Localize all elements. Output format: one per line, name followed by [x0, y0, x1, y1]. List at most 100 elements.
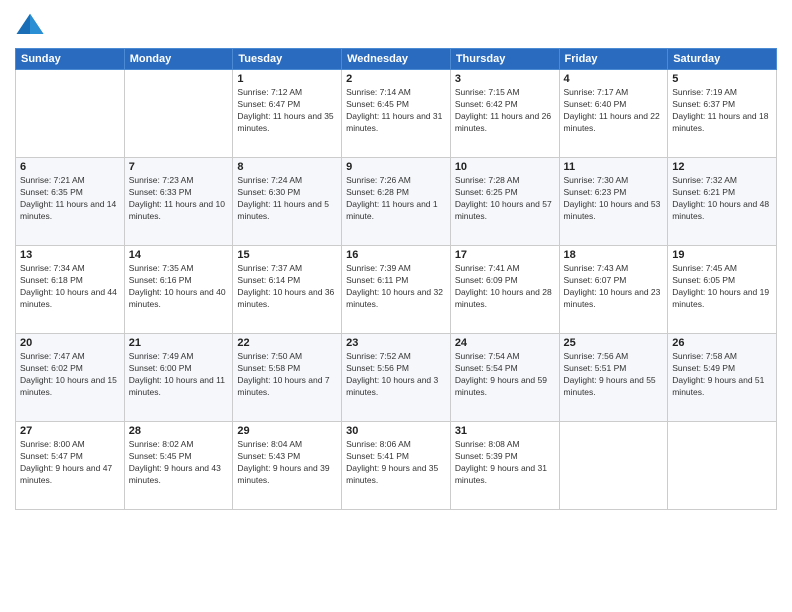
header-row: SundayMondayTuesdayWednesdayThursdayFrid… [16, 49, 777, 70]
day-info: Sunrise: 7:37 AM Sunset: 6:14 PM Dayligh… [237, 263, 337, 311]
day-cell: 18 Sunrise: 7:43 AM Sunset: 6:07 PM Dayli… [559, 246, 668, 334]
day-cell: 8 Sunrise: 7:24 AM Sunset: 6:30 PM Daylig… [233, 158, 342, 246]
day-cell: 2 Sunrise: 7:14 AM Sunset: 6:45 PM Daylig… [342, 70, 451, 158]
day-cell: 23Sunrise: 7:52 AM Sunset: 5:56 PM Dayli… [342, 334, 451, 422]
day-info: Sunrise: 7:17 AM Sunset: 6:40 PM Dayligh… [564, 87, 664, 135]
day-header-friday: Friday [559, 49, 668, 70]
day-cell [16, 70, 125, 158]
day-header-thursday: Thursday [450, 49, 559, 70]
day-info: Sunrise: 7:47 AM Sunset: 6:02 PM Dayligh… [20, 351, 120, 399]
day-info: Sunrise: 7:26 AM Sunset: 6:28 PM Dayligh… [346, 175, 446, 223]
day-cell: 28 Sunrise: 8:02 AM Sunset: 5:45 PM Dayli… [124, 422, 233, 510]
week-row-3: 13 Sunrise: 7:34 AM Sunset: 6:18 PM Dayli… [16, 246, 777, 334]
day-cell [124, 70, 233, 158]
day-info: Sunrise: 7:56 AM Sunset: 5:51 PM Dayligh… [564, 351, 664, 399]
day-info: Sunrise: 7:54 AM Sunset: 5:54 PM Dayligh… [455, 351, 555, 399]
day-number: 20 [20, 337, 120, 349]
day-number: 8 [237, 161, 337, 173]
week-row-5: 27 Sunrise: 8:00 AM Sunset: 5:47 PM Dayli… [16, 422, 777, 510]
day-info: Sunrise: 7:34 AM Sunset: 6:18 PM Dayligh… [20, 263, 120, 311]
day-info: Sunrise: 7:15 AM Sunset: 6:42 PM Dayligh… [455, 87, 555, 135]
logo-icon [15, 10, 45, 40]
day-number: 15 [237, 249, 337, 261]
day-info: Sunrise: 7:45 AM Sunset: 6:05 PM Dayligh… [672, 263, 772, 311]
day-number: 30 [346, 425, 446, 437]
day-number: 31 [455, 425, 555, 437]
day-info: Sunrise: 8:04 AM Sunset: 5:43 PM Dayligh… [237, 439, 337, 487]
day-number: 24 [455, 337, 555, 349]
day-number: 9 [346, 161, 446, 173]
day-cell: 4 Sunrise: 7:17 AM Sunset: 6:40 PM Daylig… [559, 70, 668, 158]
day-info: Sunrise: 7:49 AM Sunset: 6:00 PM Dayligh… [129, 351, 229, 399]
day-header-tuesday: Tuesday [233, 49, 342, 70]
day-info: Sunrise: 7:23 AM Sunset: 6:33 PM Dayligh… [129, 175, 229, 223]
day-cell: 3Sunrise: 7:15 AM Sunset: 6:42 PM Daylig… [450, 70, 559, 158]
day-number: 22 [237, 337, 337, 349]
day-number: 17 [455, 249, 555, 261]
day-info: Sunrise: 7:50 AM Sunset: 5:58 PM Dayligh… [237, 351, 337, 399]
calendar-table: SundayMondayTuesdayWednesdayThursdayFrid… [15, 48, 777, 510]
day-cell: 24 Sunrise: 7:54 AM Sunset: 5:54 PM Dayli… [450, 334, 559, 422]
day-info: Sunrise: 7:14 AM Sunset: 6:45 PM Dayligh… [346, 87, 446, 135]
day-cell: 19 Sunrise: 7:45 AM Sunset: 6:05 PM Dayli… [668, 246, 777, 334]
day-number: 27 [20, 425, 120, 437]
day-header-monday: Monday [124, 49, 233, 70]
day-number: 21 [129, 337, 229, 349]
day-number: 5 [672, 73, 772, 85]
day-cell: 6Sunrise: 7:21 AM Sunset: 6:35 PM Daylig… [16, 158, 125, 246]
day-number: 25 [564, 337, 664, 349]
day-number: 2 [346, 73, 446, 85]
day-header-saturday: Saturday [668, 49, 777, 70]
day-number: 16 [346, 249, 446, 261]
day-number: 19 [672, 249, 772, 261]
week-row-2: 6Sunrise: 7:21 AM Sunset: 6:35 PM Daylig… [16, 158, 777, 246]
day-info: Sunrise: 7:41 AM Sunset: 6:09 PM Dayligh… [455, 263, 555, 311]
day-cell: 12Sunrise: 7:32 AM Sunset: 6:21 PM Dayli… [668, 158, 777, 246]
header [15, 10, 777, 40]
day-number: 28 [129, 425, 229, 437]
day-info: Sunrise: 7:43 AM Sunset: 6:07 PM Dayligh… [564, 263, 664, 311]
day-cell: 21 Sunrise: 7:49 AM Sunset: 6:00 PM Dayli… [124, 334, 233, 422]
page: SundayMondayTuesdayWednesdayThursdayFrid… [0, 0, 792, 612]
day-number: 12 [672, 161, 772, 173]
day-info: Sunrise: 8:08 AM Sunset: 5:39 PM Dayligh… [455, 439, 555, 487]
day-number: 14 [129, 249, 229, 261]
day-cell [668, 422, 777, 510]
day-cell: 14 Sunrise: 7:35 AM Sunset: 6:16 PM Dayli… [124, 246, 233, 334]
day-info: Sunrise: 7:28 AM Sunset: 6:25 PM Dayligh… [455, 175, 555, 223]
day-number: 10 [455, 161, 555, 173]
day-number: 7 [129, 161, 229, 173]
day-info: Sunrise: 7:58 AM Sunset: 5:49 PM Dayligh… [672, 351, 772, 399]
day-number: 13 [20, 249, 120, 261]
day-cell: 20 Sunrise: 7:47 AM Sunset: 6:02 PM Dayli… [16, 334, 125, 422]
day-info: Sunrise: 7:35 AM Sunset: 6:16 PM Dayligh… [129, 263, 229, 311]
day-cell: 22 Sunrise: 7:50 AM Sunset: 5:58 PM Dayli… [233, 334, 342, 422]
day-cell: 13 Sunrise: 7:34 AM Sunset: 6:18 PM Dayli… [16, 246, 125, 334]
day-cell: 16Sunrise: 7:39 AM Sunset: 6:11 PM Dayli… [342, 246, 451, 334]
logo [15, 10, 49, 40]
day-cell [559, 422, 668, 510]
day-cell: 9 Sunrise: 7:26 AM Sunset: 6:28 PM Daylig… [342, 158, 451, 246]
day-cell: 10 Sunrise: 7:28 AM Sunset: 6:25 PM Dayli… [450, 158, 559, 246]
day-cell: 25 Sunrise: 7:56 AM Sunset: 5:51 PM Dayli… [559, 334, 668, 422]
day-info: Sunrise: 8:06 AM Sunset: 5:41 PM Dayligh… [346, 439, 446, 487]
day-header-sunday: Sunday [16, 49, 125, 70]
day-number: 4 [564, 73, 664, 85]
day-cell: 5Sunrise: 7:19 AM Sunset: 6:37 PM Daylig… [668, 70, 777, 158]
day-cell: 1 Sunrise: 7:12 AM Sunset: 6:47 PM Daylig… [233, 70, 342, 158]
day-info: Sunrise: 7:30 AM Sunset: 6:23 PM Dayligh… [564, 175, 664, 223]
day-info: Sunrise: 8:02 AM Sunset: 5:45 PM Dayligh… [129, 439, 229, 487]
day-header-wednesday: Wednesday [342, 49, 451, 70]
day-info: Sunrise: 7:52 AM Sunset: 5:56 PM Dayligh… [346, 351, 446, 399]
day-info: Sunrise: 7:21 AM Sunset: 6:35 PM Dayligh… [20, 175, 120, 223]
day-number: 1 [237, 73, 337, 85]
day-number: 11 [564, 161, 664, 173]
week-row-4: 20 Sunrise: 7:47 AM Sunset: 6:02 PM Dayli… [16, 334, 777, 422]
day-info: Sunrise: 8:00 AM Sunset: 5:47 PM Dayligh… [20, 439, 120, 487]
day-number: 26 [672, 337, 772, 349]
day-info: Sunrise: 7:12 AM Sunset: 6:47 PM Dayligh… [237, 87, 337, 135]
day-info: Sunrise: 7:24 AM Sunset: 6:30 PM Dayligh… [237, 175, 337, 223]
day-cell: 29Sunrise: 8:04 AM Sunset: 5:43 PM Dayli… [233, 422, 342, 510]
day-number: 18 [564, 249, 664, 261]
day-cell: 17 Sunrise: 7:41 AM Sunset: 6:09 PM Dayli… [450, 246, 559, 334]
